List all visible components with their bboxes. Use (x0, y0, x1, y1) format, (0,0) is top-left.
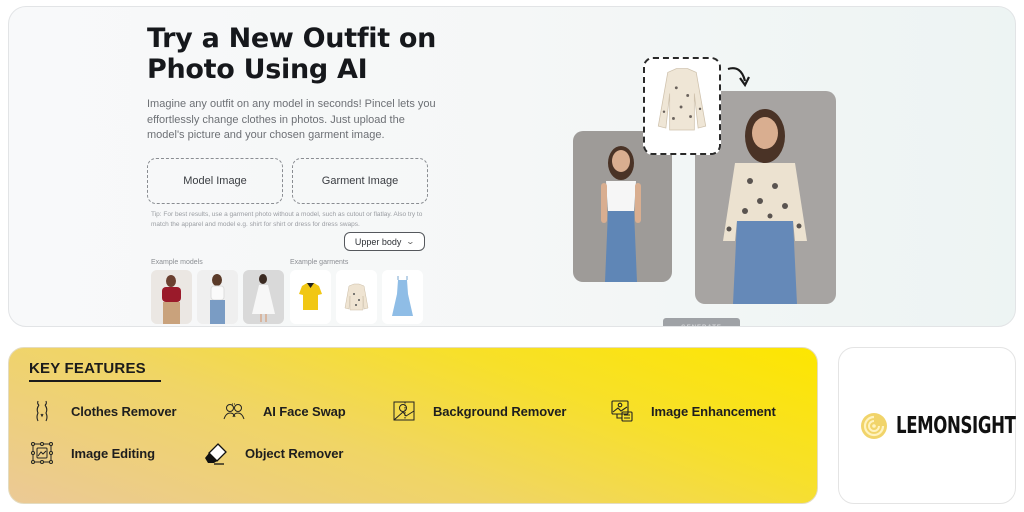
key-features-card: KEY FEATURES Clothes Remover AI Face Swa… (8, 347, 818, 504)
body-silhouette-icon (29, 398, 55, 424)
brand-logo-card: LEMONSIGHT (838, 347, 1016, 504)
feature-label: Image Enhancement (651, 403, 776, 419)
example-garment-yellow-polo[interactable] (290, 270, 331, 324)
feature-label: Clothes Remover (71, 403, 177, 419)
feature-background-remover[interactable]: Background Remover (391, 398, 566, 424)
feature-image-enhancement[interactable]: Image Enhancement (609, 398, 776, 424)
hero-title: Try a New Outfit on Photo Using AI (147, 23, 436, 85)
chevron-down-icon: ⌄ (406, 237, 416, 246)
garment-preview-card (643, 57, 721, 155)
feature-ai-face-swap[interactable]: AI Face Swap (221, 398, 346, 424)
title-underline (29, 380, 161, 382)
example-model-red-top[interactable] (151, 270, 192, 324)
lemon-swirl-icon (861, 412, 887, 439)
feature-clothes-remover[interactable]: Clothes Remover (29, 398, 177, 424)
example-models-label: Example models (151, 259, 203, 266)
background-remover-icon (391, 398, 417, 424)
model-image-upload[interactable]: Model Image (147, 158, 283, 204)
example-garment-blue-dress[interactable] (382, 270, 423, 324)
image-enhancement-icon (609, 398, 635, 424)
generate-button[interactable]: GENERATE (663, 318, 740, 326)
example-garment-floral-blouse[interactable] (336, 270, 377, 324)
feature-label: Image Editing (71, 445, 155, 461)
example-model-white-tank[interactable] (197, 270, 238, 324)
body-part-select-value: Upper body (354, 236, 402, 247)
brand-name: LEMONSIGHT (896, 412, 1016, 439)
curved-arrow-icon (727, 67, 750, 88)
example-garments-label: Example garments (290, 259, 349, 266)
feature-object-remover[interactable]: Object Remover (203, 440, 343, 466)
body-part-select[interactable]: Upper body ⌄ (344, 232, 425, 251)
hero-card: Try a New Outfit on Photo Using AI Imagi… (8, 6, 1016, 327)
feature-image-editing[interactable]: Image Editing (29, 440, 155, 466)
feature-label: AI Face Swap (263, 403, 346, 419)
tip-text: Tip: For best results, use a garment pho… (151, 211, 423, 228)
eraser-icon (203, 440, 229, 466)
key-features-title: KEY FEATURES (29, 360, 146, 377)
garment-image-upload[interactable]: Garment Image (292, 158, 428, 204)
face-swap-icon (221, 398, 247, 424)
hero-title-line1: Try a New Outfit on (147, 23, 437, 54)
feature-label: Object Remover (245, 445, 344, 461)
feature-label: Background Remover (433, 403, 567, 419)
hero-title-line2: Photo Using AI (147, 54, 368, 85)
hero-description: Imagine any outfit on any model in secon… (147, 98, 436, 141)
example-model-white-dress[interactable] (243, 270, 284, 324)
image-editing-icon (29, 440, 55, 466)
